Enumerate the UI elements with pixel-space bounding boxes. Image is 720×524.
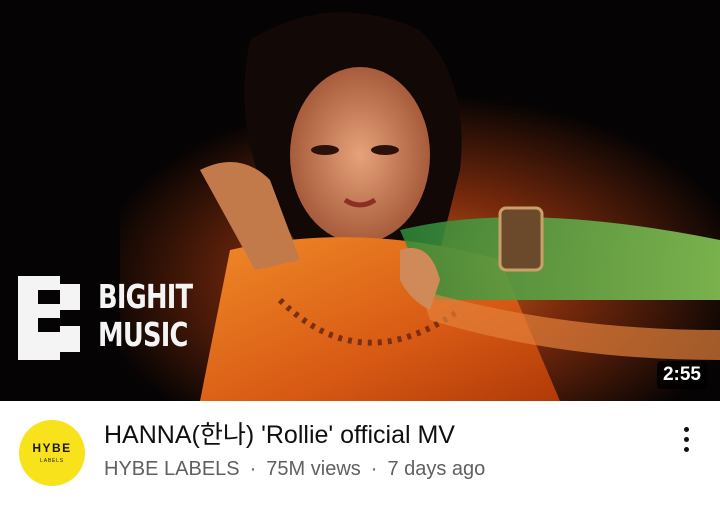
video-details: HYBE LABELS HANNA(한나) 'Rollie' official … (0, 401, 720, 524)
upload-age: 7 days ago (387, 458, 486, 480)
bighit-music-logo: BIGHIT MUSIC (18, 276, 219, 360)
more-vert-icon[interactable] (672, 423, 700, 455)
video-title[interactable]: HANNA(한나) 'Rollie' official MV (104, 420, 644, 450)
duration-badge: 2:55 (656, 361, 707, 389)
channel-avatar[interactable]: HYBE LABELS (19, 420, 85, 486)
channel-name[interactable]: HYBE LABELS (104, 456, 240, 482)
avatar-logo-subtext: LABELS (40, 458, 64, 464)
video-thumbnail[interactable]: BIGHIT MUSIC 2:55 (0, 0, 720, 401)
separator-dot: · (370, 458, 378, 480)
brand-line-1: BIGHIT (98, 277, 193, 316)
separator-dot: · (249, 458, 257, 480)
bighit-logo-mark-icon (18, 276, 80, 360)
bighit-music-wordmark: BIGHIT MUSIC (98, 277, 193, 354)
video-metadata: HYBE LABELS · 75M views · 7 days ago (104, 456, 485, 482)
brand-line-2: MUSIC (98, 315, 188, 354)
view-count: 75M views (266, 458, 361, 480)
video-card: BIGHIT MUSIC 2:55 HYBE LABELS HANNA(한나) … (0, 0, 720, 524)
avatar-logo-text: HYBE (32, 441, 72, 455)
